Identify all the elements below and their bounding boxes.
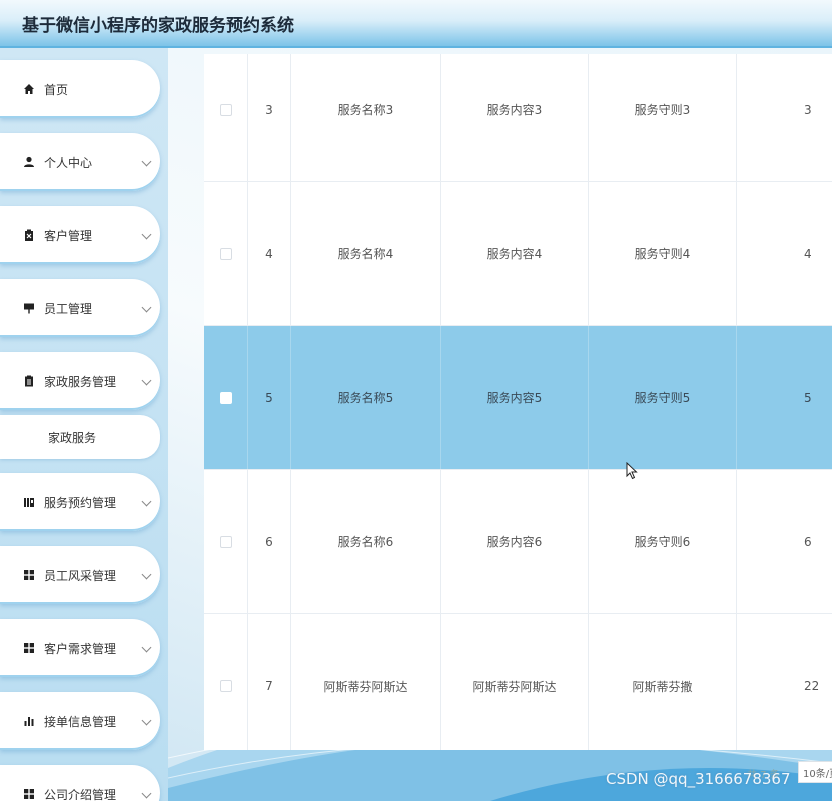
chevron-down-icon [141,715,152,726]
bar-chart-icon [22,714,36,728]
service-name-cell: 服务名称3 [291,54,441,181]
index-cell: 7 [248,614,291,750]
table-row[interactable]: 3 服务名称3 服务内容3 服务守则3 3 [204,54,832,182]
service-name-cell: 服务名称6 [291,470,441,613]
service-rule-cell: 服务守则5 [589,326,737,469]
page-size-select[interactable]: 10条/页 [798,761,832,783]
index-cell: 3 [248,54,291,181]
index-cell: 4 [248,182,291,325]
number-cell: 3 [804,102,812,117]
table-row[interactable]: 6 服务名称6 服务内容6 服务守则6 6 [204,470,832,614]
chevron-down-icon [141,156,152,167]
chevron-down-icon [141,302,152,313]
grid-icon [22,568,36,582]
chart-bar-icon [22,495,36,509]
chevron-down-icon [141,375,152,386]
checkbox-cell [204,54,248,181]
number-cell: 6 [804,534,812,549]
service-rule-cell: 阿斯蒂芬撒 [589,614,737,750]
row-checkbox[interactable] [219,391,232,404]
number-cell: 5 [804,390,812,405]
sidebar-item-customer[interactable]: 客户管理 [0,206,160,264]
table-row-selected[interactable]: 5 服务名称5 服务内容5 服务守则5 5 [204,326,832,470]
number-cell: 4 [804,246,812,261]
sidebar-item-label: 客户需求管理 [44,641,117,656]
sidebar-subitem-label: 家政服务 [48,430,97,445]
service-content-cell: 服务内容6 [441,470,589,613]
chevron-down-icon [141,496,152,507]
sidebar-item-label: 首页 [44,82,69,97]
checkbox-cell [204,470,248,613]
sidebar-item-home[interactable]: 首页 [0,60,160,118]
row-checkbox[interactable] [219,247,232,260]
grid-icon [22,787,36,801]
app-title: 基于微信小程序的家政服务预约系统 [22,16,294,36]
watermark: CSDN @qq_3166678367 [606,770,791,788]
sidebar-item-housekeeping[interactable]: 家政服务管理 [0,352,160,410]
sidebar-item-label: 个人中心 [44,155,93,170]
row-checkbox[interactable] [219,680,232,692]
service-name-cell: 服务名称4 [291,182,441,325]
service-name-cell: 服务名称5 [291,326,441,469]
table-row[interactable]: 7 阿斯蒂芬阿斯达 阿斯蒂芬阿斯达 阿斯蒂芬撒 22 [204,614,832,750]
sidebar-item-label: 家政服务管理 [44,374,117,389]
checkbox-cell [204,614,248,750]
service-content-cell: 阿斯蒂芬阿斯达 [441,614,589,750]
service-name-cell: 阿斯蒂芬阿斯达 [291,614,441,750]
index-cell: 6 [248,470,291,613]
sidebar-subitem-housekeeping-service[interactable]: 家政服务 [0,415,160,459]
service-rule-cell: 服务守则3 [589,54,737,181]
chevron-down-icon [141,569,152,580]
sidebar-item-customer-demand[interactable]: 客户需求管理 [0,619,160,677]
sidebar-item-label: 服务预约管理 [44,495,117,510]
sidebar-item-staff[interactable]: 员工管理 [0,279,160,337]
chevron-down-icon [141,788,152,799]
number-cell: 22 [804,679,820,693]
service-rule-cell: 服务守则4 [589,182,737,325]
sidebar-item-label: 公司介绍管理 [44,787,117,801]
row-checkbox[interactable] [219,103,232,116]
app-header: 基于微信小程序的家政服务预约系统 [0,0,832,48]
sidebar-item-label: 员工风采管理 [44,568,117,583]
service-rule-cell: 服务守则6 [589,470,737,613]
sidebar-item-company-intro[interactable]: 公司介绍管理 [0,765,160,801]
sidebar-item-appointment[interactable]: 服务预约管理 [0,473,160,531]
mouse-cursor-icon [626,461,638,484]
grid-icon [22,641,36,655]
sign-icon [22,301,36,315]
sidebar-item-staff-style[interactable]: 员工风采管理 [0,546,160,604]
chevron-down-icon [141,642,152,653]
index-cell: 5 [248,326,291,469]
sidebar-item-personal-center[interactable]: 个人中心 [0,133,160,191]
main-content: 3 服务名称3 服务内容3 服务守则3 3 4 服务名称4 服务内容4 服务守则… [168,48,832,801]
data-table: 3 服务名称3 服务内容3 服务守则3 3 4 服务名称4 服务内容4 服务守则… [204,54,832,750]
user-icon [22,155,36,169]
clipboard-icon [22,228,36,242]
table-row[interactable]: 4 服务名称4 服务内容4 服务守则4 4 [204,182,832,326]
checkbox-cell [204,182,248,325]
sidebar: 首页 个人中心 客户管理 员工管理 家政服务管理 家政服务 服务预约管理 员工风… [0,48,168,801]
checkbox-cell [204,326,248,469]
service-content-cell: 服务内容4 [441,182,589,325]
list-icon [22,374,36,388]
service-content-cell: 服务内容3 [441,54,589,181]
service-content-cell: 服务内容5 [441,326,589,469]
home-icon [22,82,36,96]
sidebar-item-label: 接单信息管理 [44,714,117,729]
row-checkbox[interactable] [219,535,232,548]
sidebar-item-label: 员工管理 [44,301,93,316]
sidebar-item-order-info[interactable]: 接单信息管理 [0,692,160,750]
chevron-down-icon [141,229,152,240]
sidebar-item-label: 客户管理 [44,228,93,243]
